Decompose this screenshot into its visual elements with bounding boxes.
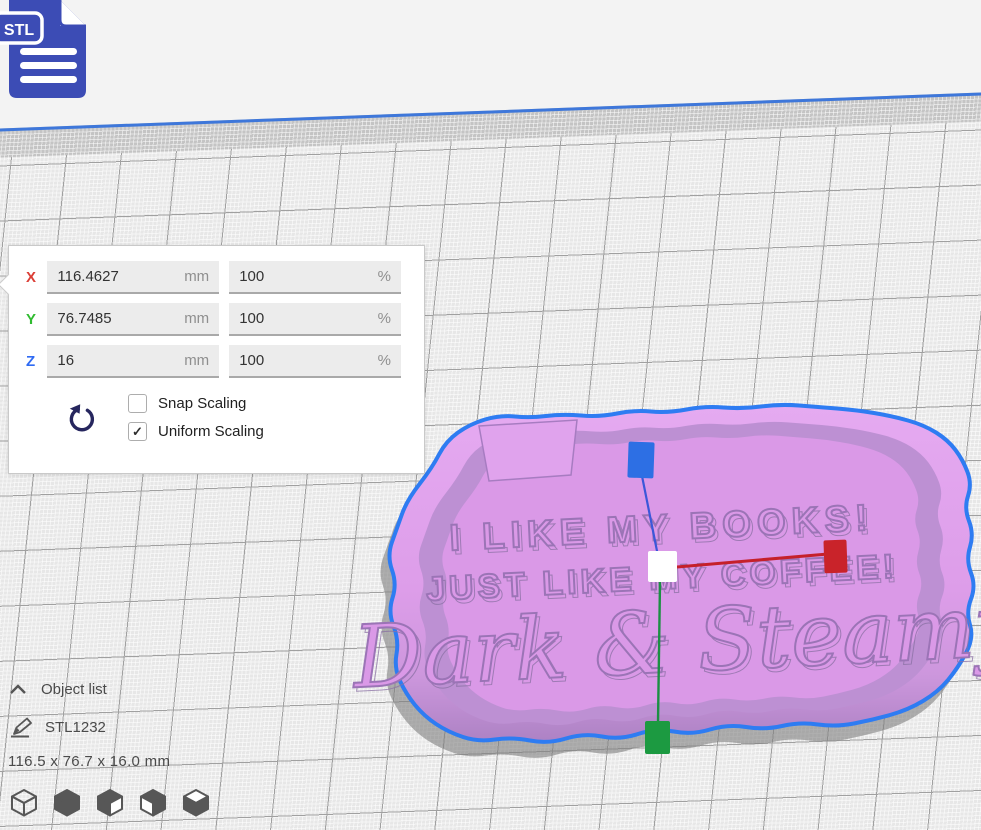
snap-scaling-box[interactable]	[128, 394, 147, 413]
cura-viewport: I LIKE MY BOOKS! JUST LIKE MY COFFEE! Da…	[0, 0, 981, 830]
view-front-icon[interactable]	[53, 788, 81, 817]
y-percent-input[interactable]: 100 %	[229, 303, 401, 336]
object-list-toggle[interactable]: Object list	[8, 678, 268, 700]
object-info-area: Object list STL1232 116.5 x 76.7 x 16.0 …	[8, 678, 268, 817]
view-3d-icon[interactable]	[10, 788, 38, 817]
model-dimensions-label: 116.5 x 76.7 x 16.0 mm	[8, 753, 268, 770]
view-left-icon[interactable]	[139, 788, 167, 817]
scale-row-z: Z 16 mm 100 %	[22, 345, 411, 378]
x-mm-input[interactable]: 116.4627 mm	[47, 261, 219, 294]
view-right-icon[interactable]	[96, 788, 124, 817]
pencil-icon	[8, 715, 32, 739]
y-axis-label: Y	[26, 311, 41, 328]
uniform-scaling-checkbox[interactable]: ✓ Uniform Scaling	[128, 422, 264, 441]
z-mm-input[interactable]: 16 mm	[47, 345, 219, 378]
scale-row-y: Y 76.7485 mm 100 %	[22, 303, 411, 336]
object-list-title: Object list	[41, 681, 107, 698]
mold-hanger-tab	[479, 420, 577, 481]
camera-view-toolbar	[10, 788, 268, 817]
object-item-name: STL1232	[45, 719, 106, 736]
x-axis-label: X	[26, 269, 41, 286]
reset-icon	[64, 400, 98, 436]
stl-document-icon: STL	[0, 0, 92, 100]
scale-tool-panel: X 116.4627 mm 100 % Y 76.7485 mm 100 % Z	[8, 245, 425, 474]
z-axis-label: Z	[26, 353, 41, 370]
scale-row-x: X 116.4627 mm 100 %	[22, 261, 411, 294]
scale-handle-red[interactable]	[823, 540, 847, 574]
chevron-up-icon	[8, 683, 28, 695]
uniform-scaling-label: Uniform Scaling	[158, 423, 264, 440]
svg-text:STL: STL	[4, 22, 34, 39]
x-percent-input[interactable]: 100 %	[229, 261, 401, 294]
y-mm-input[interactable]: 76.7485 mm	[47, 303, 219, 336]
view-top-icon[interactable]	[182, 788, 210, 817]
z-percent-input[interactable]: 100 %	[229, 345, 401, 378]
scale-handle-center[interactable]	[648, 551, 677, 582]
snap-scaling-checkbox[interactable]: Snap Scaling	[128, 394, 264, 413]
object-list-item[interactable]: STL1232	[8, 714, 268, 740]
scale-handle-blue[interactable]	[627, 442, 654, 479]
reset-scale-button[interactable]	[64, 400, 98, 436]
uniform-scaling-box[interactable]: ✓	[128, 422, 147, 441]
scale-handle-green[interactable]	[645, 721, 670, 754]
stl-file-icon: STL	[0, 0, 92, 100]
snap-scaling-label: Snap Scaling	[158, 395, 246, 412]
